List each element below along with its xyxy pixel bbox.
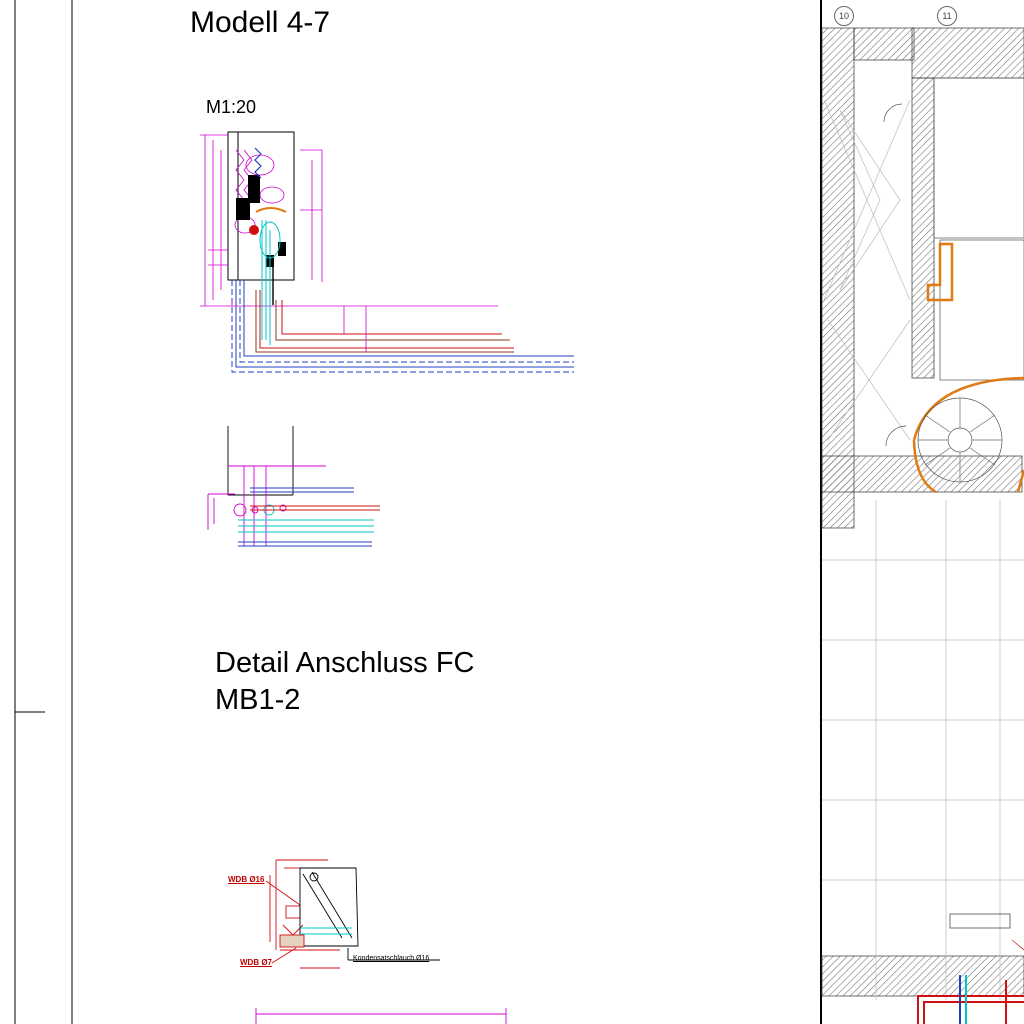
connection-detail [255, 859, 507, 1024]
grid-axis-10: 10 [834, 6, 854, 26]
sheet-frame [14, 0, 822, 1024]
cad-drawing [14, 0, 1024, 1024]
detail-title-line2: MB1-2 [215, 684, 301, 716]
plan-detail-model [207, 426, 380, 547]
grid-axis-11: 11 [937, 6, 957, 26]
detail-title-line1: Detail Anschluss FC [215, 647, 475, 679]
section-detail-model [200, 131, 574, 373]
floor-plan [821, 27, 1024, 1024]
condensate-hose-label: Kondensatschlauch Ø16 [353, 955, 430, 962]
wdb-16-label: WDB Ø16 [228, 875, 265, 884]
scale-label: M1:20 [206, 97, 257, 117]
wdb-7-label: WDB Ø7 [240, 958, 272, 967]
model-title: Modell 4-7 [190, 6, 331, 39]
